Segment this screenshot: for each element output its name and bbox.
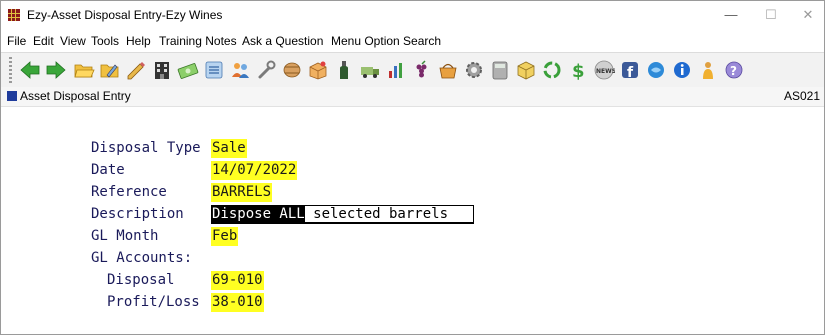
menu-file[interactable]: File xyxy=(7,34,26,48)
toolbar-grip[interactable] xyxy=(9,57,12,83)
back-arrow-icon[interactable] xyxy=(19,59,41,81)
application-window: Ezy-Asset Disposal Entry-Ezy Wines — ☐ ✕… xyxy=(0,0,825,335)
bottle-icon[interactable] xyxy=(333,59,355,81)
open-folder-icon[interactable] xyxy=(73,59,95,81)
menu-help[interactable]: Help xyxy=(126,34,151,48)
disposal-type-field[interactable]: Sale xyxy=(211,139,247,158)
date-field[interactable]: 14/07/2022 xyxy=(211,161,298,180)
description-rest-text: selected barrels xyxy=(304,206,474,222)
people-icon[interactable] xyxy=(229,59,251,81)
title-bar: Ezy-Asset Disposal Entry-Ezy Wines — ☐ ✕ xyxy=(1,1,824,31)
date-label: Date xyxy=(91,162,125,178)
calculator-icon[interactable] xyxy=(489,59,511,81)
disposal-account-field[interactable]: 69-010 xyxy=(211,271,264,290)
close-button[interactable]: ✕ xyxy=(793,5,823,25)
truck-icon[interactable] xyxy=(359,59,381,81)
svg-text:f: f xyxy=(627,65,634,81)
wrench-icon[interactable] xyxy=(255,59,277,81)
menu-tools[interactable]: Tools xyxy=(91,34,119,48)
gl-month-label: GL Month xyxy=(91,228,159,244)
maximize-button[interactable]: ☐ xyxy=(756,5,786,25)
form-code: AS021 xyxy=(783,89,820,103)
grapes-icon[interactable] xyxy=(411,59,433,81)
form-title: Asset Disposal Entry xyxy=(20,89,131,103)
box-icon[interactable] xyxy=(307,59,329,81)
basket-icon[interactable] xyxy=(437,59,459,81)
svg-text:NEWS: NEWS xyxy=(596,68,615,75)
menu-training-notes[interactable]: Training Notes xyxy=(159,34,237,48)
svg-text:?: ? xyxy=(730,64,737,78)
reference-label: Reference xyxy=(91,184,167,200)
form-header: Asset Disposal Entry AS021 xyxy=(1,87,824,107)
building-icon[interactable] xyxy=(151,59,173,81)
description-selected-text: Dispose ALL xyxy=(212,206,305,222)
news-icon[interactable]: NEWS xyxy=(593,59,615,81)
menu-bar: File Edit View Tools Help Training Notes… xyxy=(1,31,824,51)
facebook-icon[interactable]: f xyxy=(619,59,641,81)
recycle-icon[interactable] xyxy=(541,59,563,81)
forward-arrow-icon[interactable] xyxy=(45,59,67,81)
pencil-icon[interactable] xyxy=(125,59,147,81)
dollar-icon[interactable]: $ xyxy=(567,59,589,81)
globe-icon[interactable] xyxy=(645,59,667,81)
info-icon[interactable] xyxy=(671,59,693,81)
menu-option-search[interactable]: Menu Option Search xyxy=(331,34,441,48)
money-icon[interactable] xyxy=(177,59,199,81)
window-title: Ezy-Asset Disposal Entry-Ezy Wines xyxy=(27,8,223,22)
chart-icon[interactable] xyxy=(385,59,407,81)
list-icon[interactable] xyxy=(203,59,225,81)
svg-text:$: $ xyxy=(572,61,585,81)
description-field[interactable]: Dispose ALL selected barrels xyxy=(211,205,475,224)
gear-icon[interactable] xyxy=(463,59,485,81)
menu-edit[interactable]: Edit xyxy=(33,34,54,48)
profit-loss-label: Profit/Loss xyxy=(107,294,200,310)
minimize-button[interactable]: — xyxy=(716,5,746,25)
form-icon xyxy=(7,91,17,101)
menu-ask-a-question[interactable]: Ask a Question xyxy=(242,34,323,48)
form-content: Disposal Type Sale Date 14/07/2022 Refer… xyxy=(1,107,824,334)
description-label: Description xyxy=(91,206,184,222)
barrel-icon[interactable] xyxy=(281,59,303,81)
gl-month-field[interactable]: Feb xyxy=(211,227,239,246)
menu-view[interactable]: View xyxy=(60,34,86,48)
toolbar: $ NEWS f ? xyxy=(1,52,824,88)
reference-field[interactable]: BARRELS xyxy=(211,183,273,202)
help-icon[interactable]: ? xyxy=(723,59,745,81)
cube-icon[interactable] xyxy=(515,59,537,81)
gl-accounts-label: GL Accounts: xyxy=(91,250,193,266)
disposal-type-label: Disposal Type xyxy=(91,140,201,156)
folder-edit-icon[interactable] xyxy=(99,59,121,81)
profit-loss-account-field[interactable]: 38-010 xyxy=(211,293,264,312)
person-icon[interactable] xyxy=(697,59,719,81)
disposal-label: Disposal xyxy=(107,272,175,288)
app-logo-icon xyxy=(8,9,20,21)
